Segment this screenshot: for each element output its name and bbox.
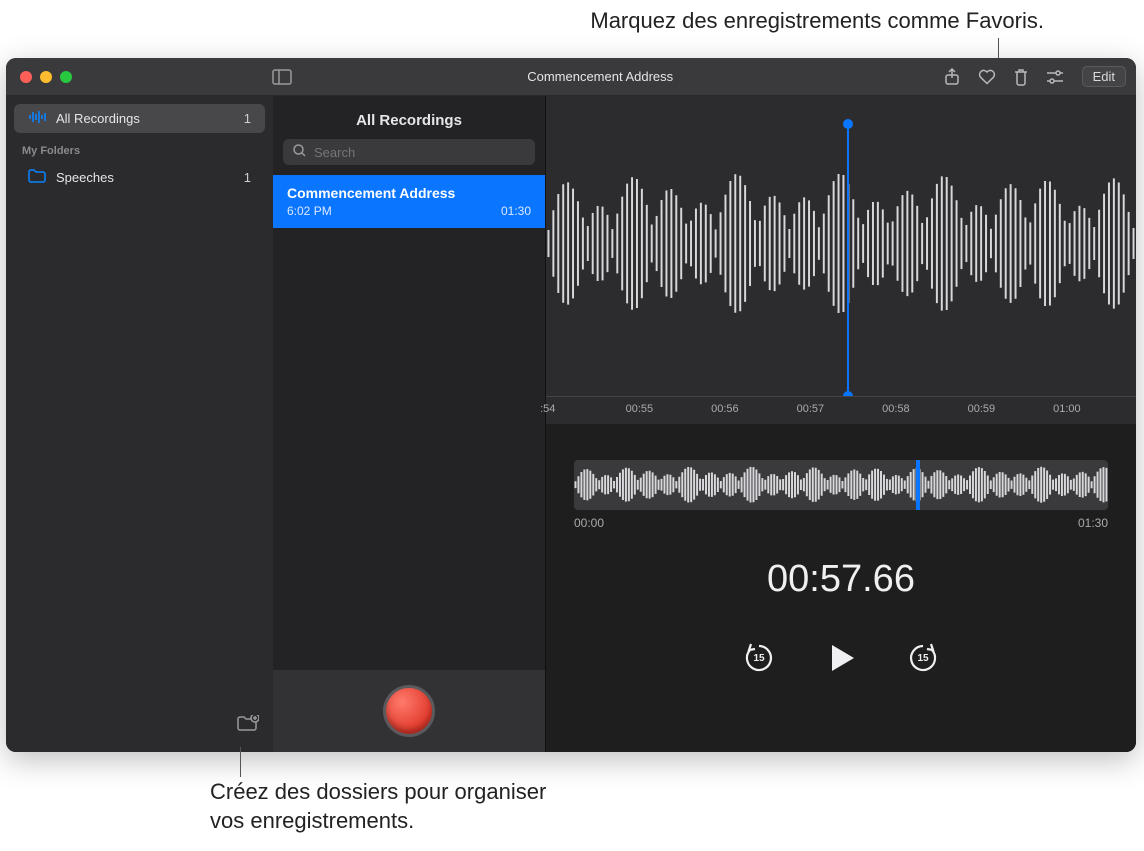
- sidebar-item-count: 1: [244, 170, 251, 185]
- close-button[interactable]: [20, 71, 32, 83]
- trash-icon[interactable]: [1014, 68, 1028, 86]
- window-controls: [6, 71, 72, 83]
- list-footer: [273, 670, 545, 752]
- toggle-sidebar-icon[interactable]: [272, 69, 292, 85]
- sidebar-item-folder[interactable]: Speeches 1: [14, 163, 265, 192]
- ruler-tick: 00:59: [968, 403, 996, 415]
- sidebar-item-count: 1: [244, 111, 251, 126]
- skip-forward-button[interactable]: 15: [906, 641, 940, 675]
- folder-icon: [28, 169, 46, 186]
- ruler-tick: 00:55: [626, 403, 654, 415]
- overview-end-time: 01:30: [1078, 516, 1108, 530]
- skip-back-button[interactable]: 15: [742, 641, 776, 675]
- playhead-overview[interactable]: [916, 460, 920, 510]
- callout-line: [240, 747, 241, 777]
- window-title: Commencement Address: [527, 69, 673, 84]
- titlebar: Commencement Address: [6, 58, 1136, 96]
- recording-duration: 01:30: [501, 204, 531, 218]
- ruler-tick: 00:58: [882, 403, 910, 415]
- voice-memos-window: Commencement Address: [6, 58, 1136, 752]
- titlebar-actions: Edit: [944, 66, 1126, 87]
- list-header: All Recordings: [273, 96, 545, 139]
- fullscreen-button[interactable]: [60, 71, 72, 83]
- overview-start-time: 00:00: [574, 516, 604, 530]
- transport-controls: 15 15: [546, 641, 1136, 693]
- waveform-overview-bars: [574, 460, 1108, 509]
- sidebar-item-all-recordings[interactable]: All Recordings 1: [14, 104, 265, 133]
- callout-favorites: Marquez des enregistrements comme Favori…: [590, 8, 1044, 34]
- ruler-tick: 00:56: [711, 403, 739, 415]
- favorite-icon[interactable]: [978, 69, 996, 85]
- waveform-bars: [546, 96, 1136, 391]
- callout-folders: Créez des dossiers pour organiservos enr…: [210, 778, 546, 835]
- recordings-list-panel: All Recordings Commencement Address 6:02…: [273, 96, 546, 752]
- sidebar-item-label: All Recordings: [56, 111, 140, 126]
- waveform-overview[interactable]: [574, 460, 1108, 510]
- playhead-main[interactable]: [847, 124, 849, 396]
- settings-sliders-icon[interactable]: [1046, 70, 1064, 84]
- search-field[interactable]: [283, 139, 535, 165]
- waveform-icon: [28, 110, 46, 127]
- recording-item[interactable]: Commencement Address 6:02 PM 01:30: [273, 175, 545, 228]
- skip-back-seconds: 15: [753, 653, 764, 664]
- detail-panel: :5400:5500:5600:5700:5800:5901:00 00:00 …: [546, 96, 1136, 752]
- new-folder-icon[interactable]: [237, 715, 259, 738]
- recording-title: Commencement Address: [287, 185, 531, 201]
- ruler-tick: 00:57: [797, 403, 825, 415]
- skip-forward-seconds: 15: [917, 653, 928, 664]
- callout-line: [998, 38, 999, 60]
- recording-time: 6:02 PM: [287, 204, 332, 218]
- search-icon: [293, 144, 306, 160]
- current-time: 00:57.66: [546, 558, 1136, 601]
- minimize-button[interactable]: [40, 71, 52, 83]
- play-button[interactable]: [824, 641, 858, 675]
- sidebar: All Recordings 1 My Folders Speeches 1: [6, 96, 273, 752]
- sidebar-item-label: Speeches: [56, 170, 114, 185]
- sidebar-section-label: My Folders: [6, 135, 273, 161]
- time-ruler: :5400:5500:5600:5700:5800:5901:00: [546, 396, 1136, 424]
- ruler-tick: :54: [540, 403, 555, 415]
- edit-button[interactable]: Edit: [1082, 66, 1126, 87]
- search-input[interactable]: [314, 145, 525, 160]
- ruler-tick: 01:00: [1053, 403, 1081, 415]
- share-icon[interactable]: [944, 68, 960, 86]
- record-button[interactable]: [383, 685, 435, 737]
- waveform-main[interactable]: [546, 96, 1136, 396]
